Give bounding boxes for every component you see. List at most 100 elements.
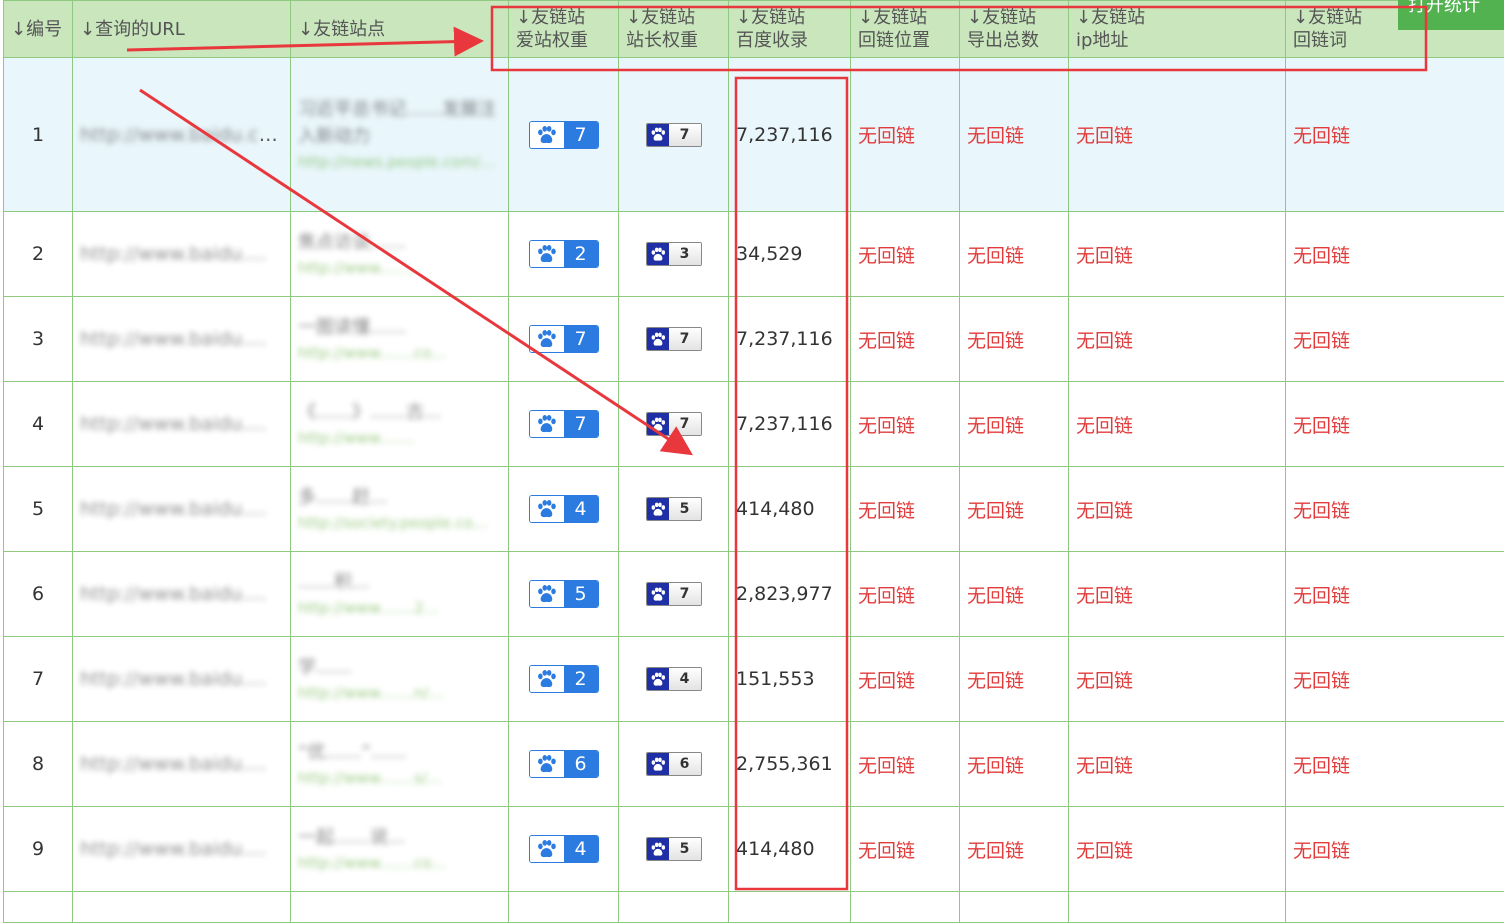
friend-site-title: 一图读懂…… bbox=[298, 314, 501, 341]
friend-site-title: 多……赶... bbox=[298, 484, 501, 511]
sort-header-ip[interactable]: ↓友链站ip地址 bbox=[1069, 1, 1286, 58]
sort-header-zhanzhang[interactable]: ↓友链站站长权重 bbox=[619, 1, 729, 58]
sort-header-site[interactable]: ↓友链站点 bbox=[291, 1, 509, 58]
sort-header-num[interactable]: ↓编号 bbox=[4, 1, 73, 58]
aizhan-weight-value: 2 bbox=[564, 666, 598, 692]
aizhan-weight-value: 5 bbox=[564, 581, 598, 607]
friend-site-link[interactable]: http://www.……2... bbox=[298, 596, 501, 620]
zhanzhang-weight-value: 7 bbox=[669, 328, 701, 350]
query-url-link[interactable]: http://www.baidu.... bbox=[73, 212, 291, 297]
aizhan-weight-value: 7 bbox=[564, 326, 598, 352]
aizhan-weight-badge[interactable]: 4 bbox=[529, 495, 599, 523]
baidu-index-count: 34,529 bbox=[729, 212, 851, 297]
aizhan-weight-cell: 5 bbox=[509, 552, 619, 637]
query-url-link[interactable]: http://www.baidu.... bbox=[73, 467, 291, 552]
friend-site-cell: 焦点访谈…… http://www.…… bbox=[291, 212, 509, 297]
table-row: 3 http://www.baidu.... 一图读懂…… http://www… bbox=[4, 297, 1504, 382]
query-url-link[interactable]: http://www.baidu.... bbox=[73, 552, 291, 637]
backlink-position: 无回链 bbox=[851, 382, 960, 467]
aizhan-weight-badge[interactable]: 4 bbox=[529, 835, 599, 863]
query-url-link[interactable]: http://www.baidu.... bbox=[73, 722, 291, 807]
friend-site-cell: 多……赶... http://society.people.co... bbox=[291, 467, 509, 552]
query-url: http://www.baidu.... bbox=[80, 838, 266, 860]
zhanzhang-weight-badge[interactable]: 7 bbox=[646, 412, 702, 436]
export-total: 无回链 bbox=[960, 297, 1069, 382]
aizhan-weight-badge[interactable]: 2 bbox=[529, 240, 599, 268]
aizhan-weight-badge[interactable]: 7 bbox=[529, 410, 599, 438]
zhanzhang-weight-value: 6 bbox=[669, 753, 701, 775]
aizhan-weight-badge[interactable]: 7 bbox=[529, 325, 599, 353]
aizhan-weight-value: 7 bbox=[564, 411, 598, 437]
sort-header-baidu[interactable]: ↓友链站百度收录 bbox=[729, 1, 851, 58]
baidu-paw-icon bbox=[530, 751, 564, 777]
empty-cell bbox=[851, 892, 960, 923]
zhanzhang-weight-badge[interactable]: 7 bbox=[646, 582, 702, 606]
aizhan-weight-badge[interactable]: 5 bbox=[529, 580, 599, 608]
friend-site-link[interactable]: http://society.people.co... bbox=[298, 511, 501, 535]
backlink-keyword: 无回链 bbox=[1286, 467, 1504, 552]
export-total: 无回链 bbox=[960, 807, 1069, 892]
query-url-link[interactable]: http://www.baidu.com/ bbox=[73, 58, 291, 212]
open-stats-button[interactable]: 打开统计 bbox=[1398, 0, 1504, 30]
empty-cell bbox=[729, 892, 851, 923]
sort-header-url[interactable]: ↓查询的URL bbox=[73, 1, 291, 58]
baidu-index-count: 7,237,116 bbox=[729, 58, 851, 212]
baidu-paw-icon bbox=[530, 326, 564, 352]
sort-header-aizhan[interactable]: ↓友链站爱站权重 bbox=[509, 1, 619, 58]
sort-header-backpos[interactable]: ↓友链站回链位置 bbox=[851, 1, 960, 58]
zhanzhang-weight-badge[interactable]: 6 bbox=[646, 752, 702, 776]
friend-site-link[interactable]: http://www.…… bbox=[298, 256, 501, 280]
aizhan-weight-badge[interactable]: 7 bbox=[529, 121, 599, 149]
ip-address: 无回链 bbox=[1069, 637, 1286, 722]
friend-site-cell: 一图读懂…… http://www.……co... bbox=[291, 297, 509, 382]
aizhan-weight-value: 4 bbox=[564, 496, 598, 522]
backlink-position: 无回链 bbox=[851, 722, 960, 807]
row-number: 4 bbox=[4, 382, 73, 467]
table-row: 4 http://www.baidu.... 《……》……古... http:/… bbox=[4, 382, 1504, 467]
zhanzhang-weight-badge[interactable]: 7 bbox=[646, 327, 702, 351]
zhanzhang-weight-cell: 3 bbox=[619, 212, 729, 297]
backlink-keyword: 无回链 bbox=[1286, 552, 1504, 637]
sort-header-export[interactable]: ↓友链站导出总数 bbox=[960, 1, 1069, 58]
friend-site-link[interactable]: http://www.……n/... bbox=[298, 681, 501, 705]
friend-site-title: 学…… bbox=[298, 654, 501, 681]
zhanzhang-weight-value: 7 bbox=[669, 124, 701, 146]
export-total: 无回链 bbox=[960, 467, 1069, 552]
backlink-table: ↓编号 ↓查询的URL ↓友链站点 ↓友链站爱站权重 ↓友链站站长权重 ↓友链站… bbox=[3, 0, 1504, 923]
query-url-link[interactable]: http://www.baidu.... bbox=[73, 297, 291, 382]
query-url-link[interactable]: http://www.baidu.... bbox=[73, 807, 291, 892]
baidu-paw-icon bbox=[530, 581, 564, 607]
table-row: 6 http://www.baidu.... ……积... http://www… bbox=[4, 552, 1504, 637]
backlink-keyword: 无回链 bbox=[1286, 637, 1504, 722]
friend-site-link[interactable]: http://www.…… bbox=[298, 426, 501, 450]
friend-site-link[interactable]: http://news.people.com/n1/2018/c_1124837… bbox=[298, 150, 501, 174]
aizhan-weight-value: 4 bbox=[564, 836, 598, 862]
query-url-link[interactable]: http://www.baidu.... bbox=[73, 382, 291, 467]
friend-site-link[interactable]: http://www.……s/... bbox=[298, 766, 501, 790]
zhanzhang-weight-badge[interactable]: 5 bbox=[646, 837, 702, 861]
aizhan-weight-badge[interactable]: 2 bbox=[529, 665, 599, 693]
zhanzhang-weight-badge[interactable]: 5 bbox=[646, 497, 702, 521]
backlink-position: 无回链 bbox=[851, 637, 960, 722]
query-url-link[interactable]: http://www.baidu.... bbox=[73, 637, 291, 722]
empty-cell bbox=[1069, 892, 1286, 923]
friend-site-title: 《……》……古... bbox=[298, 399, 501, 426]
empty-cell bbox=[509, 892, 619, 923]
table-row: 1 http://www.baidu.com/ 习近平总书记……发展注入新动力 … bbox=[4, 58, 1504, 212]
zhanzhang-weight-badge[interactable]: 3 bbox=[646, 242, 702, 266]
baidu-paw-icon bbox=[530, 496, 564, 522]
aizhan-weight-badge[interactable]: 6 bbox=[529, 750, 599, 778]
zhanzhang-weight-badge[interactable]: 4 bbox=[646, 667, 702, 691]
zhanzhang-weight-badge[interactable]: 7 bbox=[646, 123, 702, 147]
empty-cell bbox=[4, 892, 73, 923]
zhanzhang-weight-value: 7 bbox=[669, 583, 701, 605]
backlink-keyword: 无回链 bbox=[1286, 382, 1504, 467]
zhanzhang-weight-cell: 7 bbox=[619, 382, 729, 467]
backlink-position: 无回链 bbox=[851, 212, 960, 297]
query-url: http://www.baidu.... bbox=[80, 668, 266, 690]
baidu-paw-icon bbox=[647, 243, 669, 265]
friend-site-title: “优……”…… bbox=[298, 739, 501, 766]
friend-site-link[interactable]: http://www.……co... bbox=[298, 341, 501, 365]
zhanzhang-weight-value: 7 bbox=[669, 413, 701, 435]
friend-site-link[interactable]: http://www.……co... bbox=[298, 851, 501, 875]
